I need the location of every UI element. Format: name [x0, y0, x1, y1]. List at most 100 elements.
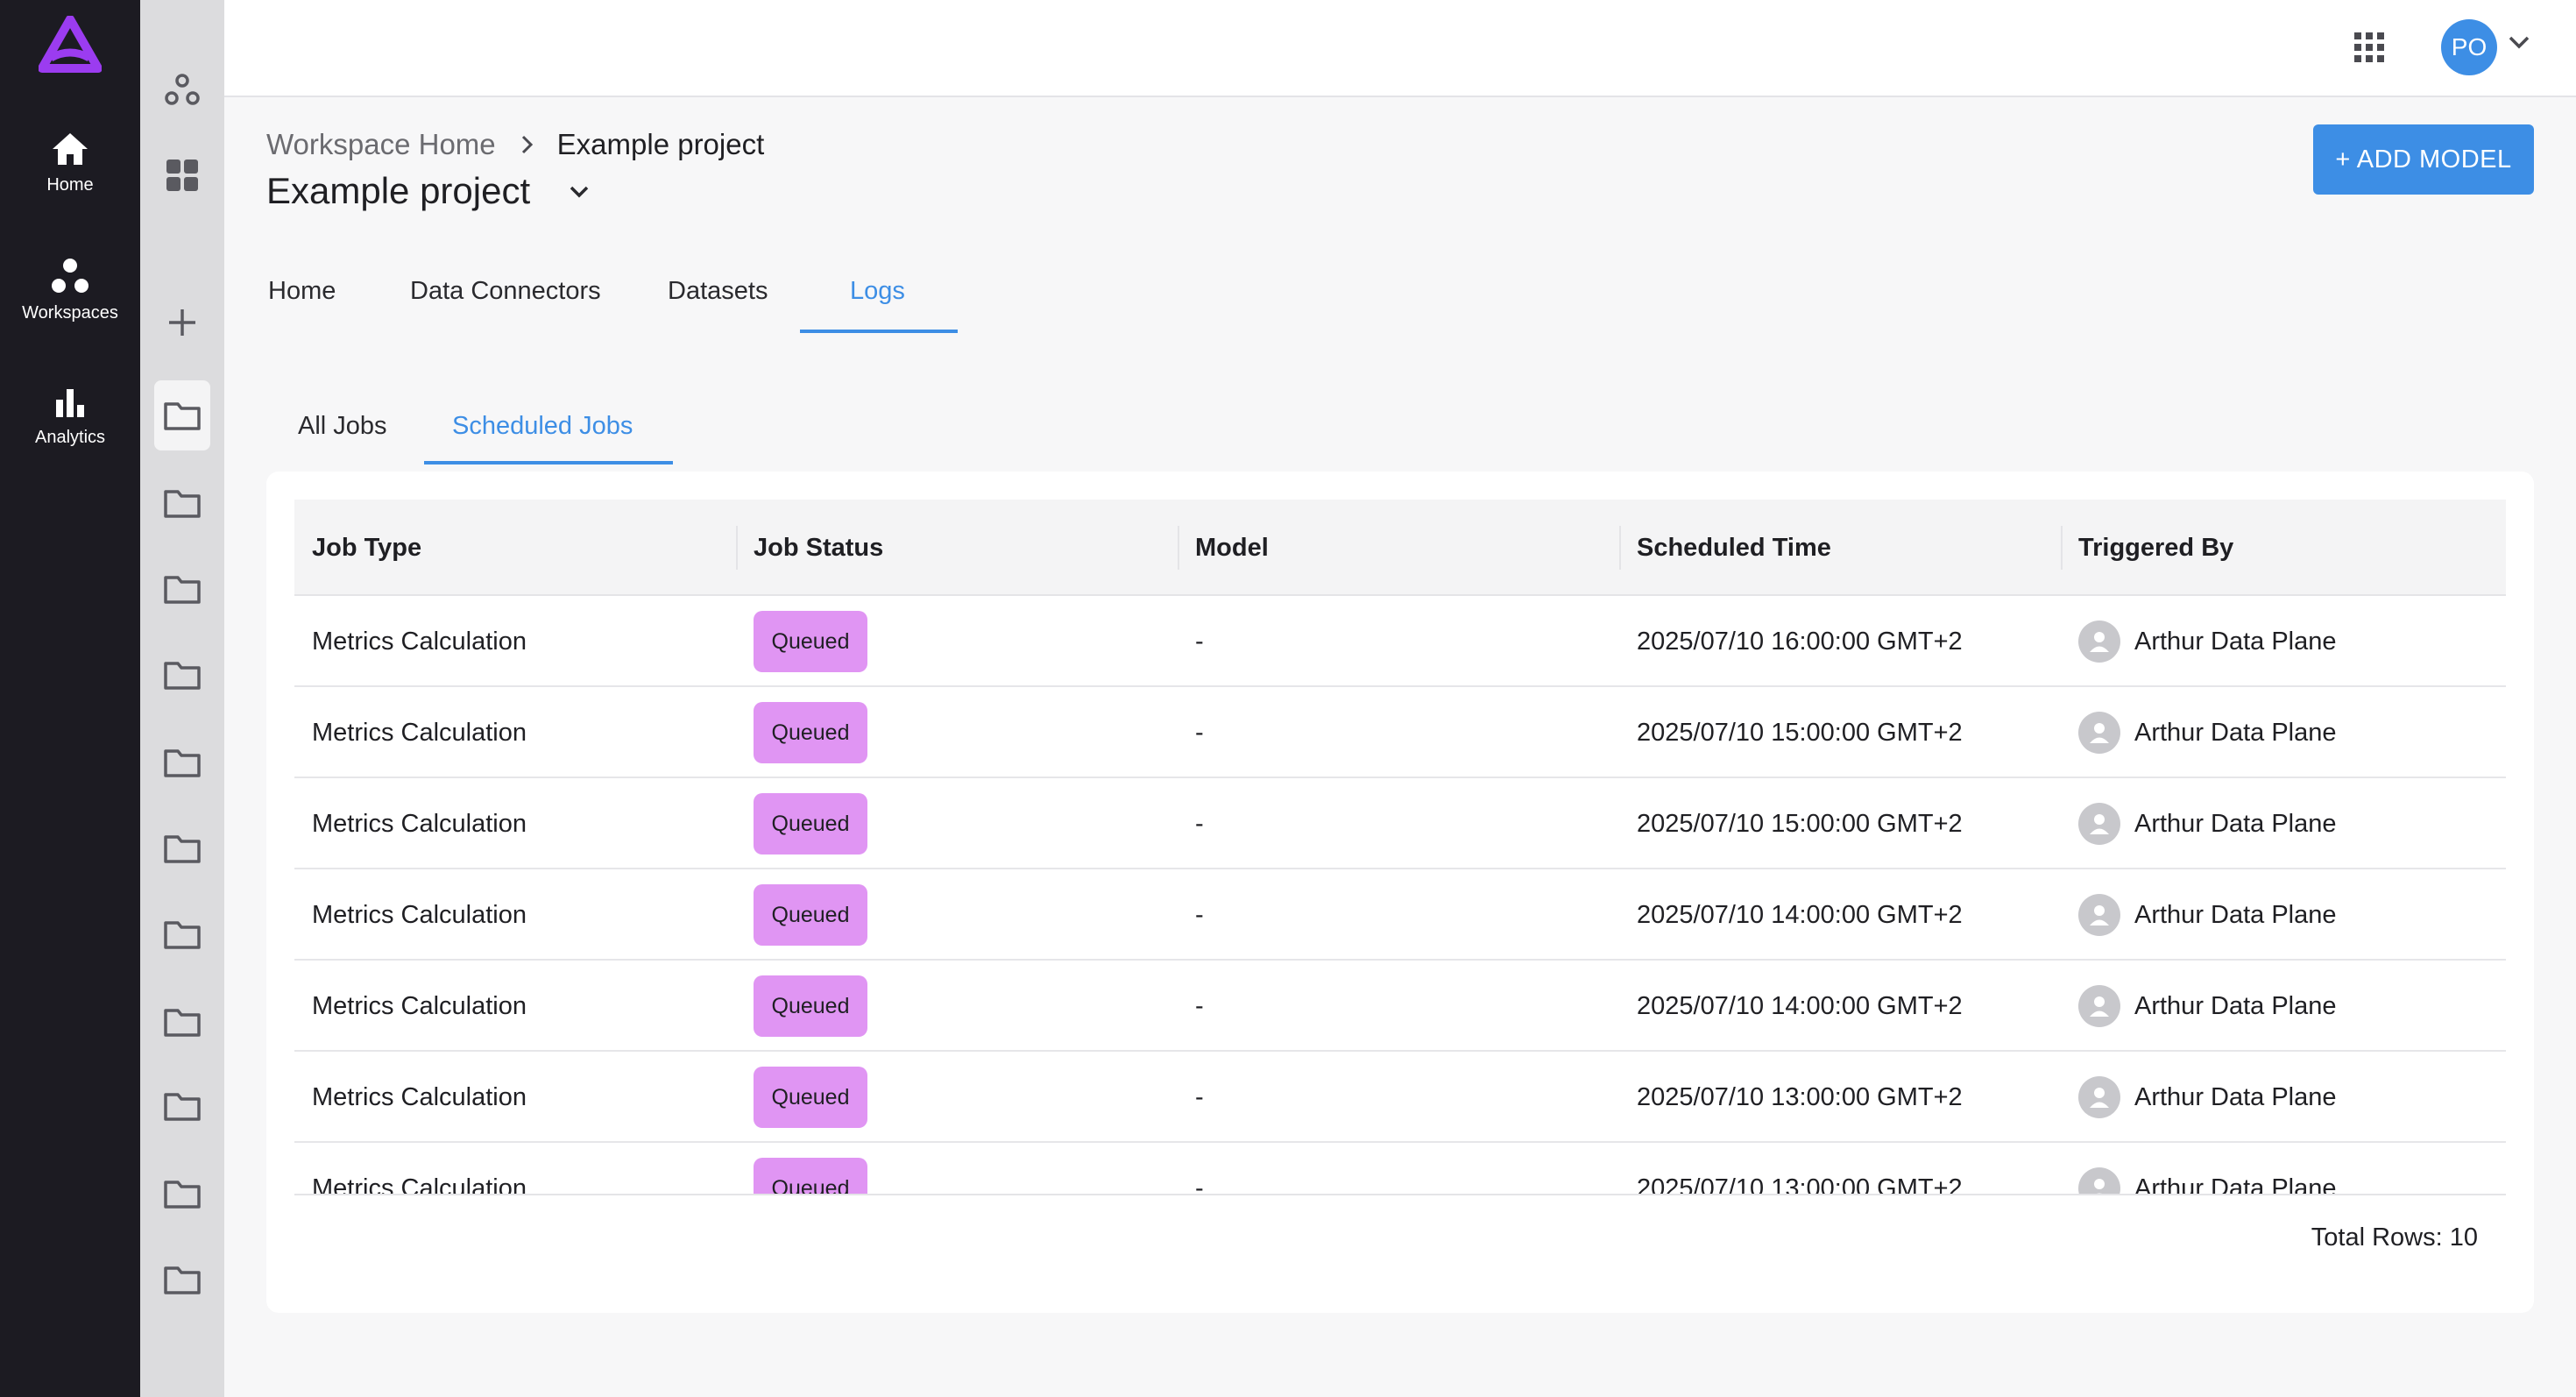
workspace-rail	[140, 0, 224, 1397]
status-badge: Queued	[754, 702, 867, 763]
cell-model: -	[1195, 627, 1204, 656]
cell-triggered-by: Arthur Data Plane	[2134, 1082, 2337, 1111]
user-avatar-icon	[2078, 803, 2120, 845]
cell-triggered-by: Arthur Data Plane	[2134, 991, 2337, 1020]
jobs-table-card: Job Type Job Status Model Scheduled Time…	[266, 472, 2534, 1313]
apps-grid-icon[interactable]	[2353, 32, 2385, 63]
cell-job-type: Metrics Calculation	[312, 718, 527, 747]
table-row[interactable]: Metrics Calculation Queued - 2025/07/10 …	[294, 596, 2506, 687]
column-header-scheduled-time[interactable]: Scheduled Time	[1637, 500, 1831, 596]
nav-item-analytics[interactable]: Analytics	[0, 386, 140, 448]
cell-model: -	[1195, 991, 1204, 1020]
table-row[interactable]: Metrics Calculation Queued - 2025/07/10 …	[294, 687, 2506, 778]
cell-scheduled-time: 2025/07/10 13:00:00 GMT+2	[1637, 1082, 1963, 1111]
tab-datasets[interactable]: Datasets	[668, 277, 768, 306]
subtab-active-indicator	[424, 461, 673, 464]
folder-icon	[164, 749, 201, 777]
user-avatar-icon	[2078, 620, 2120, 663]
rail-add-button[interactable]	[154, 287, 210, 358]
cell-triggered-by: Arthur Data Plane	[2134, 718, 2337, 747]
column-header-model[interactable]: Model	[1195, 500, 1269, 596]
cell-job-type: Metrics Calculation	[312, 809, 527, 838]
rail-project-folder-active[interactable]	[154, 380, 210, 450]
tab-active-indicator	[800, 330, 958, 333]
cell-triggered-by: Arthur Data Plane	[2134, 627, 2337, 656]
total-rows: Total Rows: 10	[2311, 1223, 2478, 1252]
cell-job-type: Metrics Calculation	[312, 1082, 527, 1111]
nav-label-workspaces: Workspaces	[22, 303, 118, 323]
rail-dashboard-button[interactable]	[154, 140, 210, 210]
analytics-icon	[56, 389, 84, 417]
folder-icon	[164, 1181, 201, 1209]
cell-scheduled-time: 2025/07/10 15:00:00 GMT+2	[1637, 809, 1963, 838]
cell-job-type: Metrics Calculation	[312, 991, 527, 1020]
page-title: Example project	[266, 170, 531, 211]
cell-triggered-by: Arthur Data Plane	[2134, 809, 2337, 838]
folder-icon	[164, 1266, 201, 1294]
table-header: Job Type Job Status Model Scheduled Time…	[294, 500, 2506, 596]
column-divider	[1619, 526, 1621, 570]
cell-triggered-by: Arthur Data Plane	[2134, 900, 2337, 929]
home-icon	[53, 133, 88, 165]
folder-icon	[164, 921, 201, 949]
column-header-job-status[interactable]: Job Status	[754, 500, 883, 596]
chevron-down-icon[interactable]	[2508, 35, 2530, 51]
column-header-job-type[interactable]: Job Type	[312, 500, 421, 596]
table-row[interactable]: Metrics Calculation Queued - 2025/07/10 …	[294, 778, 2506, 869]
folder-icon	[164, 1093, 201, 1121]
rail-project-folder[interactable]	[154, 1071, 210, 1141]
tab-data-connectors[interactable]: Data Connectors	[410, 277, 601, 306]
folder-icon	[164, 1009, 201, 1037]
table-row[interactable]: Metrics Calculation Queued - 2025/07/10 …	[294, 869, 2506, 961]
add-model-button[interactable]: + ADD MODEL	[2313, 124, 2534, 195]
cell-model: -	[1195, 718, 1204, 747]
rail-project-folder[interactable]	[154, 640, 210, 710]
workspaces-outline-icon	[165, 74, 200, 105]
rail-project-folder[interactable]	[154, 1245, 210, 1315]
rail-project-folder[interactable]	[154, 727, 210, 798]
project-dropdown-chevron-icon[interactable]	[568, 184, 591, 200]
subtab-all-jobs[interactable]: All Jobs	[298, 412, 387, 441]
cell-scheduled-time: 2025/07/10 16:00:00 GMT+2	[1637, 627, 1963, 656]
rail-project-folder[interactable]	[154, 987, 210, 1057]
table-scroll-mask	[294, 1194, 2506, 1313]
breadcrumb-workspace-home[interactable]: Workspace Home	[266, 128, 496, 161]
folder-icon	[164, 490, 201, 518]
rail-project-folder[interactable]	[154, 468, 210, 538]
column-divider	[1178, 526, 1179, 570]
table-row[interactable]: Metrics Calculation Queued - 2025/07/10 …	[294, 961, 2506, 1052]
nav-item-home[interactable]: Home	[0, 131, 140, 195]
cell-scheduled-time: 2025/07/10 14:00:00 GMT+2	[1637, 900, 1963, 929]
rail-project-folder[interactable]	[154, 554, 210, 624]
column-header-triggered-by[interactable]: Triggered By	[2078, 500, 2233, 596]
folder-icon	[164, 835, 201, 863]
user-avatar-icon	[2078, 712, 2120, 754]
top-bar	[224, 0, 2576, 97]
rail-workspaces-button[interactable]	[154, 54, 210, 124]
nav-item-workspaces[interactable]: Workspaces	[0, 258, 140, 323]
rail-project-folder[interactable]	[154, 899, 210, 969]
app-logo-icon[interactable]	[39, 16, 102, 74]
status-badge: Queued	[754, 793, 867, 855]
status-badge: Queued	[754, 975, 867, 1037]
column-divider	[2061, 526, 2063, 570]
nav-label-home: Home	[46, 175, 94, 195]
user-avatar[interactable]: PO	[2441, 19, 2497, 75]
plus-icon	[169, 309, 195, 336]
user-avatar-icon	[2078, 985, 2120, 1027]
chevron-right-icon	[520, 134, 534, 155]
breadcrumb-current: Example project	[556, 128, 765, 160]
subtab-scheduled-jobs[interactable]: Scheduled Jobs	[452, 412, 633, 441]
rail-project-folder[interactable]	[154, 813, 210, 883]
folder-icon	[164, 576, 201, 604]
table-row[interactable]: Metrics Calculation Queued - 2025/07/10 …	[294, 1052, 2506, 1143]
status-badge: Queued	[754, 611, 867, 672]
rail-project-folder[interactable]	[154, 1159, 210, 1229]
column-divider	[736, 526, 738, 570]
left-nav: Home Workspaces Analytics	[0, 0, 140, 1397]
workspaces-icon	[52, 259, 88, 293]
tab-home[interactable]: Home	[268, 277, 336, 306]
tab-logs[interactable]: Logs	[850, 277, 905, 306]
nav-label-analytics: Analytics	[34, 428, 106, 447]
folder-icon	[164, 402, 201, 430]
